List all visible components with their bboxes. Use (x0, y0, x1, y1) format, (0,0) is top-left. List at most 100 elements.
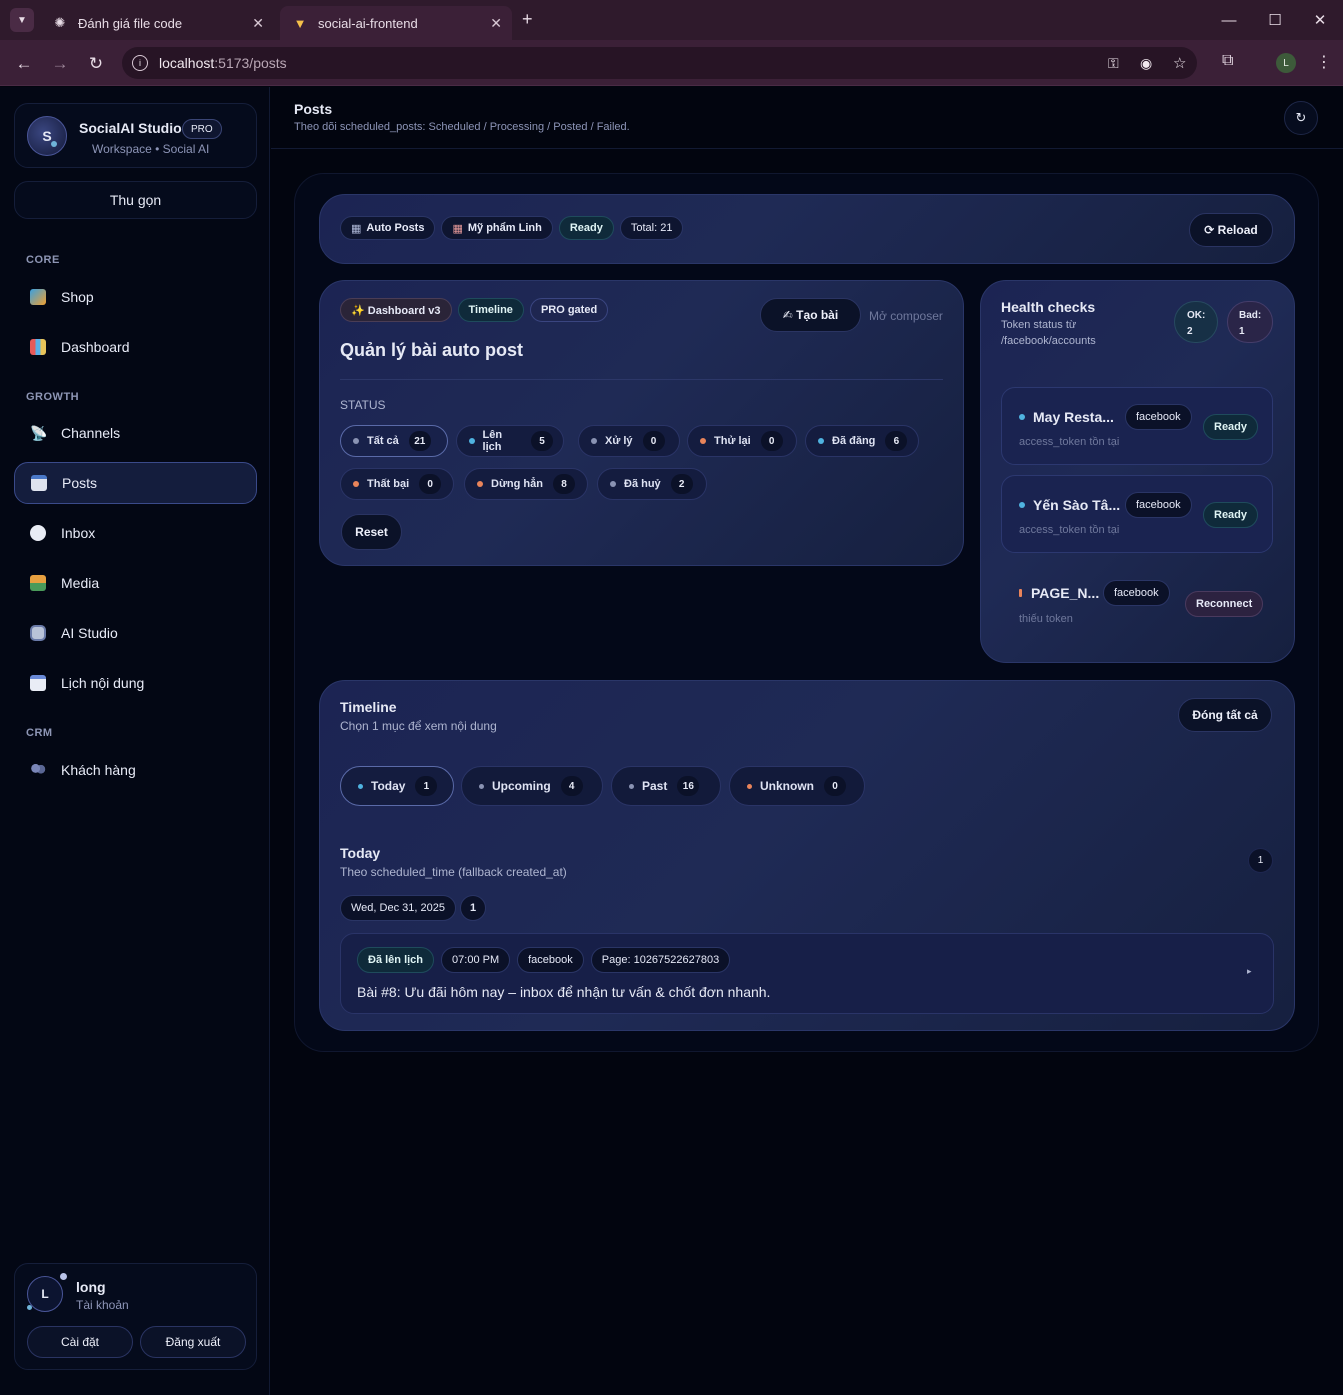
status-dot (477, 481, 483, 487)
filter-posted[interactable]: Đã đăng 6 (805, 425, 919, 457)
settings-button[interactable]: Cài đặt (27, 1326, 133, 1358)
status-dot (610, 481, 616, 487)
sidebar-item-dashboard[interactable]: Dashboard (14, 326, 257, 368)
shop-bag-icon (30, 289, 46, 305)
forward-icon[interactable]: → (49, 53, 71, 75)
sidebar-item-customers[interactable]: Khách hàng (14, 749, 257, 791)
open-composer-link[interactable]: Mở composer (869, 309, 943, 323)
site-info-icon[interactable]: i (132, 55, 148, 71)
eye-icon[interactable]: ◉ (1140, 55, 1152, 72)
group-title: Today (340, 845, 381, 861)
account-card[interactable]: Yến Sào Tâ... facebook Ready access_toke… (1001, 475, 1273, 553)
page-subtitle: Theo dõi scheduled_posts: Scheduled / Pr… (294, 121, 630, 133)
sidebar-item-ai-studio[interactable]: AI Studio (14, 612, 257, 654)
filter-count: 0 (642, 431, 665, 451)
browser-tab-2[interactable]: ▼ social-ai-frontend ✕ (280, 6, 512, 40)
openai-icon: ✺ (54, 15, 66, 30)
bar-chart-icon (30, 339, 46, 355)
tab-search-chevron-icon[interactable]: ▼ (10, 8, 34, 32)
status-badge: Ready (1203, 414, 1259, 440)
logout-button[interactable]: Đăng xuất (140, 1326, 246, 1358)
health-subtitle-path: /facebook/accounts (1001, 335, 1096, 347)
pro-badge: PRO (182, 119, 222, 139)
filter-scheduled[interactable]: Lên lịch 5 (456, 425, 564, 457)
post-item[interactable]: Đã lên lịch 07:00 PM facebook Page: 1026… (340, 933, 1274, 1014)
timeline-tab-upcoming[interactable]: Upcoming 4 (461, 766, 603, 806)
timeline-tab-past[interactable]: Past 16 (611, 766, 721, 806)
account-card[interactable]: May Resta... facebook Ready access_token… (1001, 387, 1273, 465)
url-host: localhost (159, 55, 215, 71)
browser-tab-1[interactable]: ✺ Đánh giá file code ✕ (40, 6, 274, 40)
filter-cancelled[interactable]: Đã huỷ 2 (597, 468, 707, 500)
page-title: Posts (294, 101, 333, 117)
picture-icon (30, 575, 46, 591)
extensions-icon[interactable]: ⧉ (1222, 52, 1233, 70)
calendar-icon: ▦ (351, 222, 362, 235)
address-bar[interactable]: i localhost:5173/posts ⚿ ◉ ☆ (122, 47, 1197, 79)
nav-section-crm: CRM (26, 727, 53, 739)
sidebar-item-label: Shop (61, 289, 94, 305)
account-card[interactable]: PAGE_N... facebook Reconnect thiếu token (1001, 563, 1273, 641)
filter-retry[interactable]: Thử lại 0 (687, 425, 797, 457)
new-tab-icon[interactable]: + (522, 9, 533, 30)
collapse-button[interactable]: Thu gọn (14, 181, 257, 219)
nav-section-growth: GROWTH (26, 391, 80, 403)
sidebar-item-posts[interactable]: Posts (14, 462, 257, 504)
password-key-icon[interactable]: ⚿ (1108, 55, 1119, 72)
sidebar-item-shop[interactable]: Shop (14, 276, 257, 318)
sidebar-item-channels[interactable]: 📡 Channels (14, 412, 257, 454)
topbar-chips: ▦ Auto Posts ▦ Mỹ phẩm Linh Ready Total: 2… (340, 216, 684, 240)
total-chip: Total: 21 (619, 216, 684, 240)
bookmark-star-icon[interactable]: ☆ (1173, 54, 1186, 72)
refresh-icon[interactable]: ↻ (1284, 101, 1318, 135)
status-dot (469, 438, 475, 444)
tab-count: 16 (677, 776, 700, 796)
account-note: access_token tồn tại (1019, 436, 1120, 448)
minimize-icon[interactable]: — (1217, 8, 1241, 32)
close-all-button[interactable]: Đóng tất cả (1178, 698, 1272, 732)
filter-failed[interactable]: Thất bại 0 (340, 468, 454, 500)
close-window-icon[interactable]: ✕ (1308, 8, 1332, 32)
reload-icon[interactable]: ↻ (85, 53, 107, 75)
user-subtitle: Tài khoản (76, 1298, 129, 1312)
sidebar-item-inbox[interactable]: Inbox (14, 512, 257, 554)
reconnect-button[interactable]: Reconnect (1185, 591, 1264, 617)
date-badge: Wed, Dec 31, 2025 (340, 895, 456, 921)
status-dot (1019, 502, 1025, 508)
reload-button[interactable]: ⟳ Reload (1189, 213, 1273, 247)
bad-count-badge: Bad: 1 (1227, 301, 1273, 343)
filter-stopped[interactable]: Dừng hẳn 8 (464, 468, 588, 500)
sidebar-item-media[interactable]: Media (14, 562, 257, 604)
filter-count: 5 (531, 431, 553, 451)
profile-avatar[interactable]: L (1276, 53, 1296, 73)
close-tab-icon[interactable]: ✕ (490, 15, 502, 32)
filter-processing[interactable]: Xử lý 0 (578, 425, 680, 457)
timeline-tab-unknown[interactable]: Unknown 0 (729, 766, 865, 806)
close-tab-icon[interactable]: ✕ (252, 15, 264, 32)
post-time-badge: 07:00 PM (441, 947, 511, 973)
tab-count: 0 (824, 776, 846, 796)
browser-tab-title: Đánh giá file code (78, 15, 183, 31)
expand-chevron-icon[interactable]: ▸ (1247, 966, 1252, 977)
status-dot (353, 481, 359, 487)
user-card: L long Tài khoản Cài đặt Đăng xuất (14, 1263, 257, 1370)
menu-dots-icon[interactable]: ⋮ (1316, 52, 1332, 72)
back-icon[interactable]: ← (13, 53, 35, 75)
tab-count: 4 (560, 776, 583, 796)
maximize-icon[interactable]: ☐ (1263, 8, 1287, 32)
reset-button[interactable]: Reset (341, 514, 402, 550)
platform-badge: facebook (1103, 580, 1170, 606)
filter-count: 0 (760, 431, 783, 451)
timeline-subtitle: Chọn 1 mục để xem nội dung (340, 719, 497, 733)
timeline-tab-today[interactable]: Today 1 (340, 766, 454, 806)
brand-logo: S (27, 116, 67, 156)
sidebar-item-content-calendar[interactable]: Lịch nội dung (14, 662, 257, 704)
filter-count: 8 (552, 474, 575, 494)
sidebar-item-label: Lịch nội dung (61, 675, 145, 691)
sidebar-item-label: Posts (62, 475, 98, 491)
filter-count: 0 (419, 474, 442, 494)
status-dot (629, 783, 634, 789)
create-post-button[interactable]: ✍ Tạo bài (760, 298, 861, 332)
filter-all[interactable]: Tất cả 21 (340, 425, 448, 457)
post-status-badge: Đã lên lịch (357, 947, 435, 973)
